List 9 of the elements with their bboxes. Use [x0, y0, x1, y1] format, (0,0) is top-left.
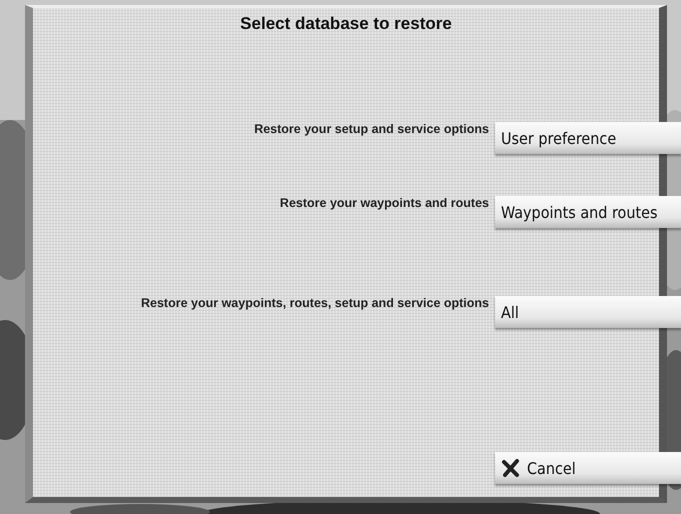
restore-button[interactable]: All	[495, 296, 681, 328]
cancel-button[interactable]: Cancel	[495, 452, 681, 484]
option-label: Restore your waypoints, routes, setup and service options	[140, 296, 489, 311]
restore-button[interactable]: Waypoints and routes	[495, 196, 681, 228]
option-label: Restore your setup and service options	[253, 122, 489, 137]
restore-button[interactable]: User preference	[495, 122, 681, 154]
option-label: Restore your waypoints and routes	[278, 196, 489, 211]
dialog-title: Select database to restore	[239, 14, 453, 34]
close-icon	[501, 458, 521, 478]
